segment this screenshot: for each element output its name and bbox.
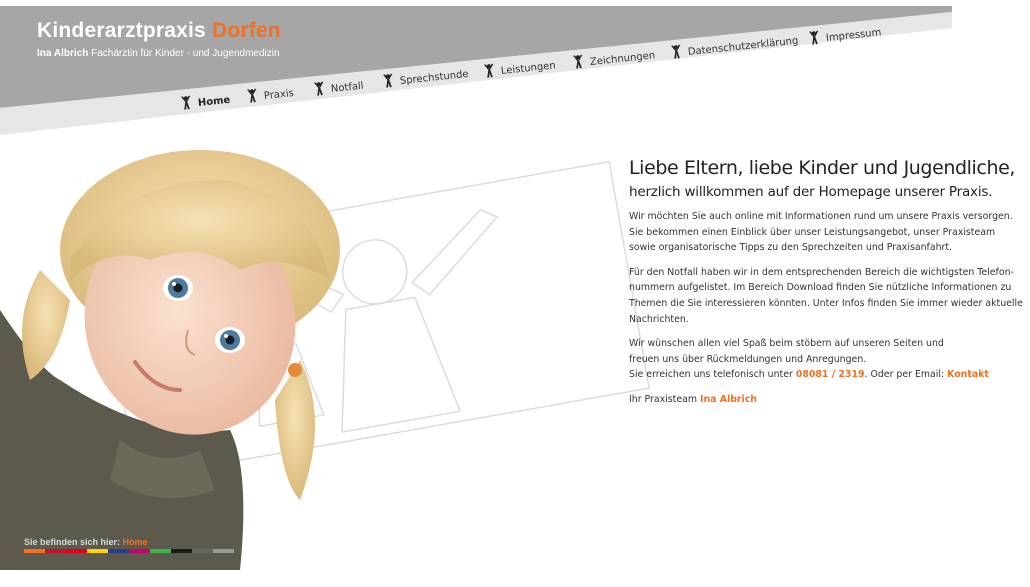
email-contact-link[interactable]: Kontakt	[947, 369, 989, 380]
person-figure-icon	[481, 63, 498, 82]
nav-label: Zeichnungen	[589, 49, 656, 68]
nav-label: Praxis	[263, 87, 295, 102]
stripe	[129, 549, 150, 553]
welcome-content: Liebe Eltern, liebe Kinder und Jugendlic…	[629, 157, 1024, 417]
person-figure-icon	[806, 30, 823, 49]
contact-line-1: Wir wünschen allen viel Spaß beim stöber…	[629, 338, 944, 350]
stripe	[45, 549, 66, 553]
nav-label: Notfall	[330, 80, 365, 95]
stripe	[150, 549, 171, 553]
person-figure-icon	[668, 44, 685, 63]
stripe	[171, 549, 192, 553]
child-photo	[0, 150, 340, 570]
nav-label: Datenschutzerklärung	[687, 35, 799, 58]
stripe	[213, 549, 234, 553]
welcome-heading: Liebe Eltern, liebe Kinder und Jugendlic…	[629, 157, 1016, 179]
nav-item-sprechstunde[interactable]: Sprechstunde	[380, 65, 469, 92]
signature-prefix: Ihr Praxisteam	[629, 393, 700, 405]
nav-label: Impressum	[825, 26, 882, 44]
signature-name-link[interactable]: Ina Albrich	[700, 394, 757, 405]
contact-line-3-pre: Sie erreichen uns telefonisch unter	[629, 369, 796, 381]
contact-line-2: freuen uns über Rückmeldungen und Anregu…	[629, 353, 867, 365]
main-nav: Home Praxis Notfall Sprechstunde Leistun…	[180, 22, 900, 110]
intro-paragraph: Wir möchten Sie auch online mit Informat…	[629, 211, 1013, 254]
stripe	[192, 549, 213, 553]
contact-line-3-mid: . Oder per Email:	[864, 369, 948, 381]
nav-item-impressum[interactable]: Impressum	[806, 23, 882, 49]
color-stripes	[24, 549, 234, 553]
nav-label: Leistungen	[500, 59, 557, 77]
stripe	[108, 549, 129, 553]
stripe	[24, 549, 45, 553]
signature: Ihr Praxisteam Ina Albrich	[629, 392, 1024, 408]
nav-item-leistungen[interactable]: Leistungen	[481, 56, 556, 82]
doctor-name: Ina Albrich	[37, 48, 89, 59]
contact-paragraph: Wir wünschen allen viel Spaß beim stöber…	[629, 336, 1024, 383]
phone-link[interactable]: 08081 / 2319	[796, 369, 865, 380]
nav-label: Sprechstunde	[399, 68, 470, 87]
page: Kinderarztpraxis Dorfen Ina Albrich Fach…	[0, 0, 1030, 587]
nav-item-notfall[interactable]: Notfall	[311, 77, 364, 100]
nav-item-datenschutz[interactable]: Datenschutzerklärung	[668, 32, 799, 63]
person-figure-icon	[570, 54, 587, 73]
person-figure-icon	[244, 88, 261, 107]
stripe	[87, 549, 108, 553]
person-figure-icon	[311, 81, 328, 100]
breadcrumb-current[interactable]: Home	[123, 537, 148, 547]
person-figure-icon	[380, 73, 397, 92]
breadcrumb-prefix: Sie befinden sich hier:	[24, 537, 123, 547]
emergency-paragraph: Für den Notfall haben wir in dem entspre…	[629, 266, 1023, 325]
person-figure-icon	[178, 95, 195, 114]
nav-label: Home	[197, 94, 231, 109]
breadcrumb: Sie befinden sich hier: Home	[24, 537, 148, 547]
nav-item-zeichnungen[interactable]: Zeichnungen	[570, 46, 656, 73]
stripe	[66, 549, 87, 553]
welcome-subheading: herzlich willkommen auf der Homepage uns…	[629, 184, 993, 200]
